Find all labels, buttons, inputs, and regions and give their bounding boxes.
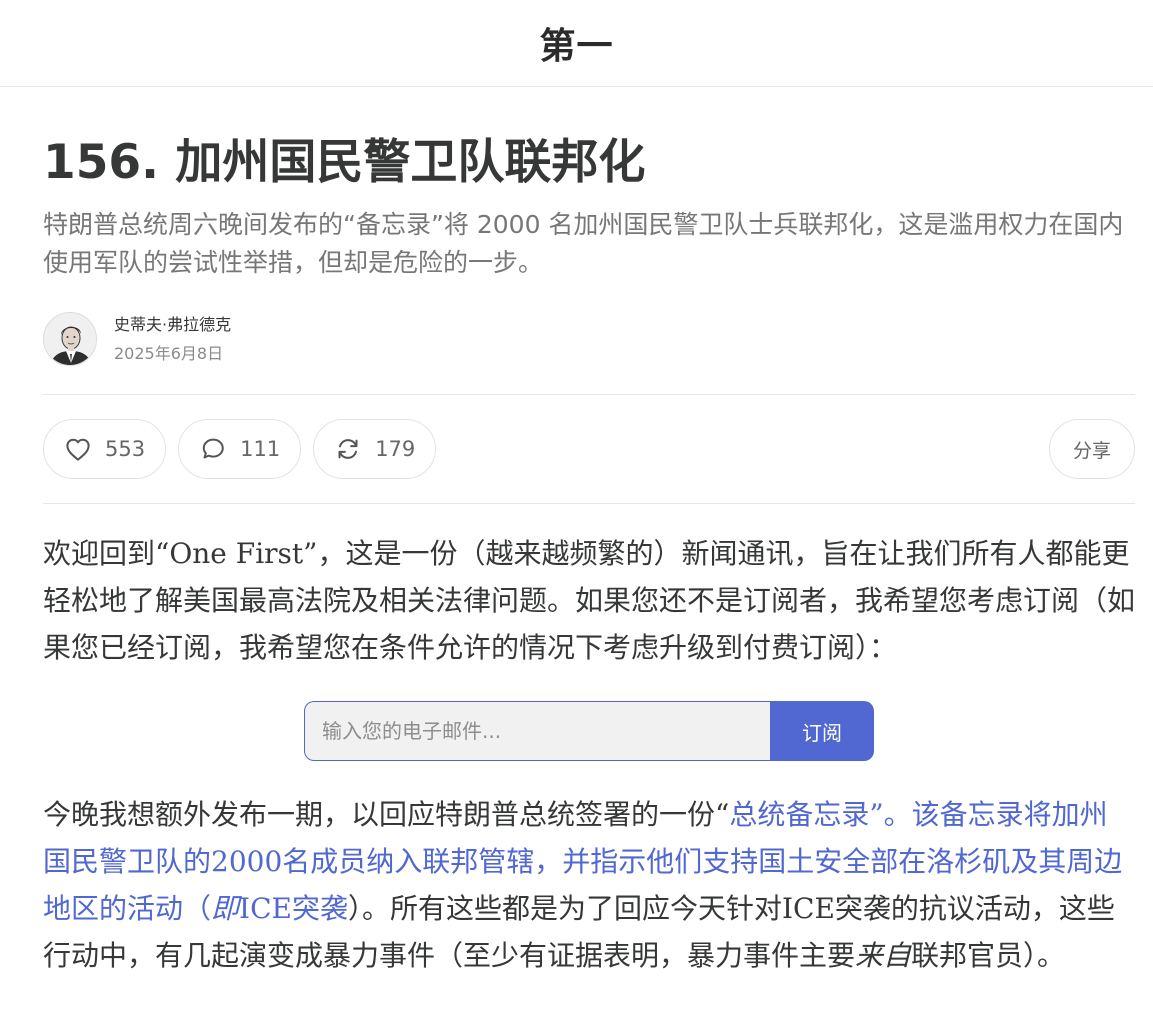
post-content: 156. 加州国民警卫队联邦化 特朗普总统周六晚间发布的“备忘录”将 2000 … — [43, 87, 1135, 979]
subscribe-button[interactable]: 订阅 — [770, 701, 874, 761]
heart-icon — [66, 438, 90, 461]
post-actions-bar: 553 111 179 分享 — [43, 394, 1135, 504]
like-button[interactable]: 553 — [43, 419, 167, 479]
paragraph-italic-text: 来自 — [855, 939, 912, 972]
author-portrait-icon — [44, 313, 96, 365]
author-name[interactable]: 史蒂夫·弗拉德克 — [114, 314, 231, 336]
link-text: ICE突袭 — [239, 892, 348, 925]
share-label: 分享 — [1072, 439, 1111, 462]
publication-header: 第一 — [0, 0, 1153, 87]
restack-button[interactable]: 179 — [313, 419, 437, 479]
restack-arrows-icon — [338, 439, 358, 459]
email-input[interactable] — [304, 701, 770, 761]
comment-button[interactable]: 111 — [178, 419, 302, 479]
intro-paragraph: 欢迎回到“One First”，这是一份（越来越频繁的）新闻通讯，旨在让我们所有… — [43, 537, 1136, 664]
restack-count: 179 — [375, 437, 416, 461]
byline-text: 史蒂夫·弗拉德克 2025年6月8日 — [114, 314, 231, 365]
paragraph-text: 联邦官员）。 — [911, 939, 1066, 972]
link-text: 总统备忘录” — [729, 798, 884, 831]
like-count: 553 — [105, 437, 146, 461]
body-paragraph: 今晚我想额外发布一期，以回应特朗普总统签署的一份“总统备忘录”。该备忘录将加州国… — [43, 791, 1135, 979]
post-subtitle: 特朗普总统周六晚间发布的“备忘录”将 2000 名加州国民警卫队士兵联邦化，这是… — [43, 210, 1124, 277]
comment-bubble-icon — [202, 438, 224, 459]
byline: 史蒂夫·弗拉德克 2025年6月8日 — [43, 311, 1135, 367]
publication-title[interactable]: 第一 — [539, 17, 613, 69]
author-avatar[interactable] — [43, 312, 97, 366]
paragraph-text: 今晚我想额外发布一期，以回应特朗普总统签署的一份“ — [43, 798, 730, 831]
comment-count: 111 — [240, 437, 281, 461]
post-title: 156. 加州国民警卫队联邦化 — [43, 135, 646, 190]
post-date: 2025年6月8日 — [114, 343, 224, 363]
subscribe-form: 订阅 — [304, 701, 874, 761]
link-italic-text: 即 — [211, 892, 240, 925]
share-button[interactable]: 分享 — [1048, 419, 1135, 479]
